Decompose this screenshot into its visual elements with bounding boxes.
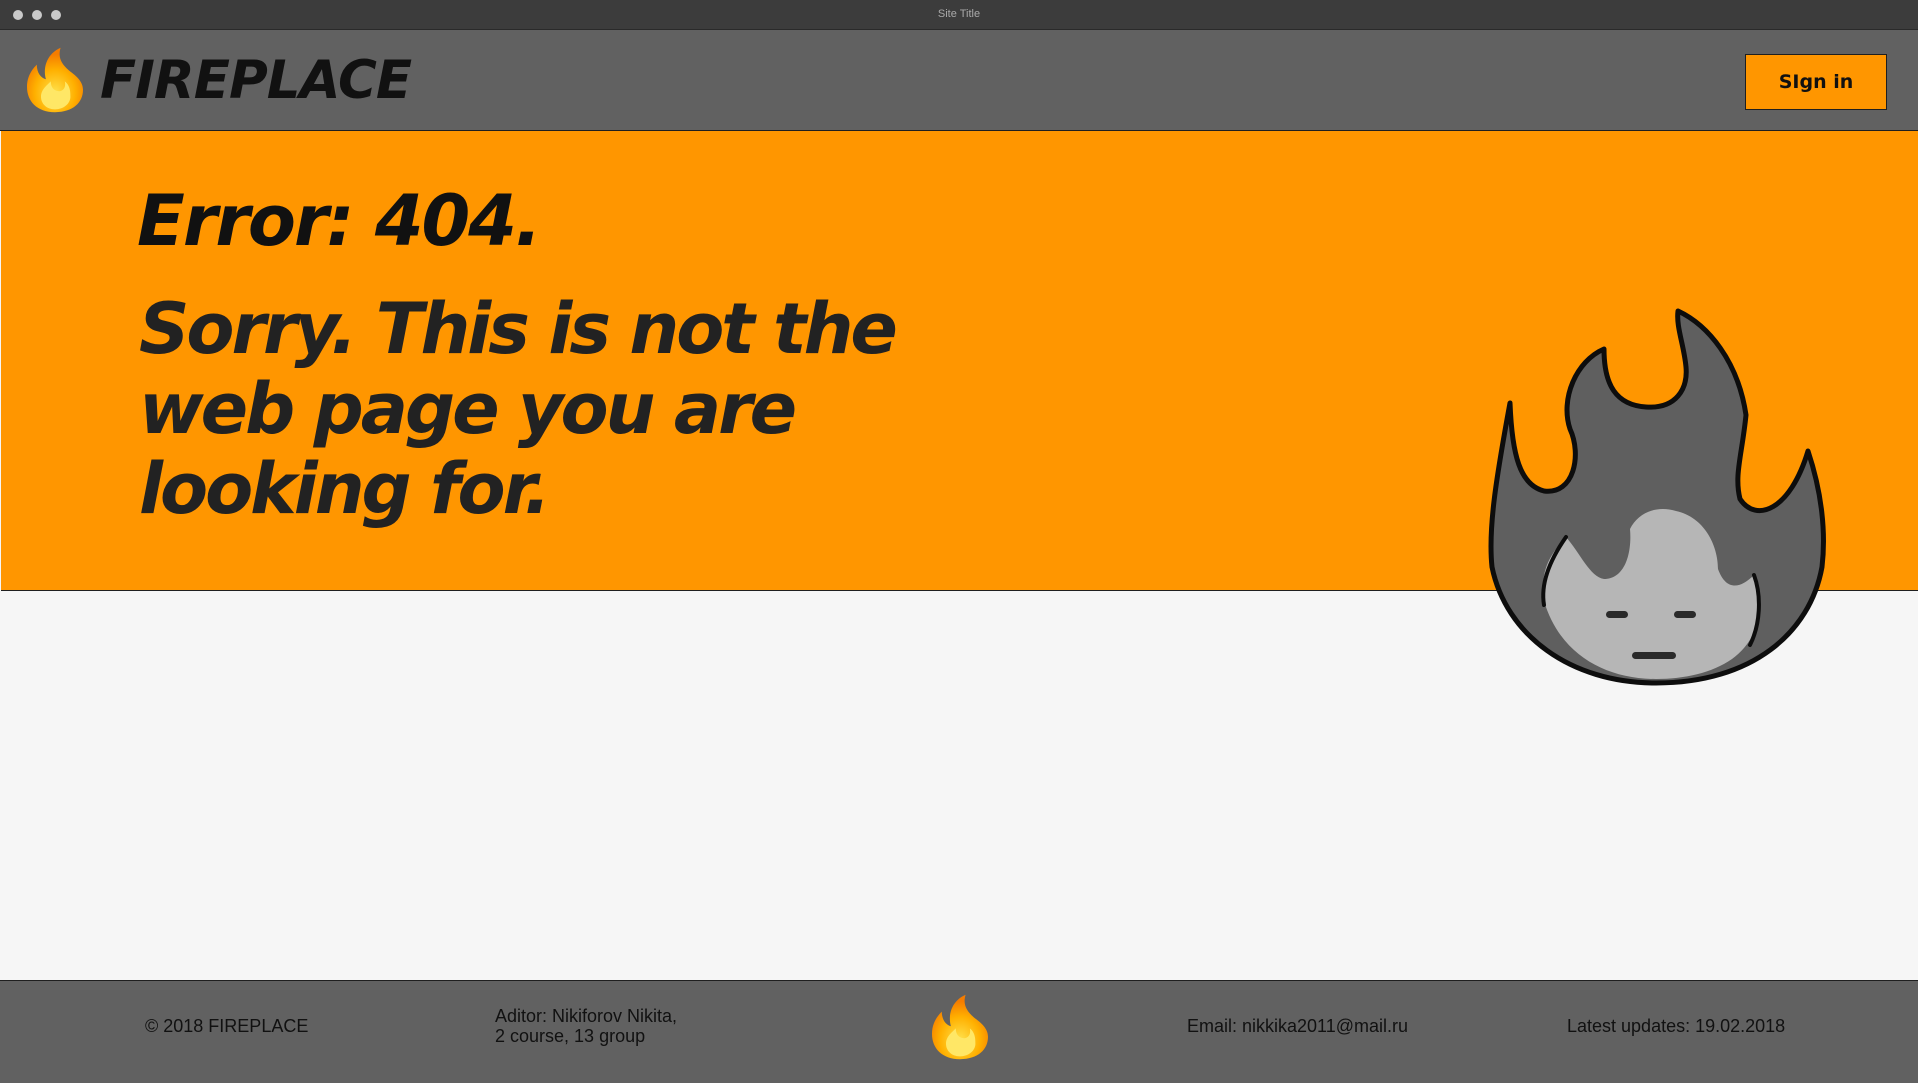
email-link[interactable]: Email: nikkika2011@mail.ru [1187,1016,1408,1036]
sign-in-button[interactable]: SIgn in [1745,54,1887,110]
error-title: Error: 404. [137,180,542,262]
editor-line: Aditor: Nikiforov Nikita, [495,1006,678,1026]
copyright-text: © 2018 FIREPLACE [145,1016,309,1036]
fire-icon[interactable] [925,992,995,1062]
brand-logo[interactable]: FIREPLACE [100,50,412,111]
fire-icon[interactable] [20,45,90,115]
window-titlebar: Site Title [0,0,1918,30]
site-footer: © 2018 FIREPLACE Aditor: Nikiforov Nikit… [0,980,1918,1083]
latest-updates: Latest updates: 19.02.2018 [1567,1016,1786,1036]
editor-info: Aditor: Nikiforov Nikita, 2 course, 13 g… [495,1006,677,1046]
site-header: FIREPLACE SIgn in [0,30,1918,131]
window-title: Site Title [937,8,981,20]
sad-fire-face-icon [1488,308,1826,686]
error-message: Sorry. This is not the web page you are … [139,288,898,530]
editor-line: 2 course, 13 group [495,1026,646,1046]
